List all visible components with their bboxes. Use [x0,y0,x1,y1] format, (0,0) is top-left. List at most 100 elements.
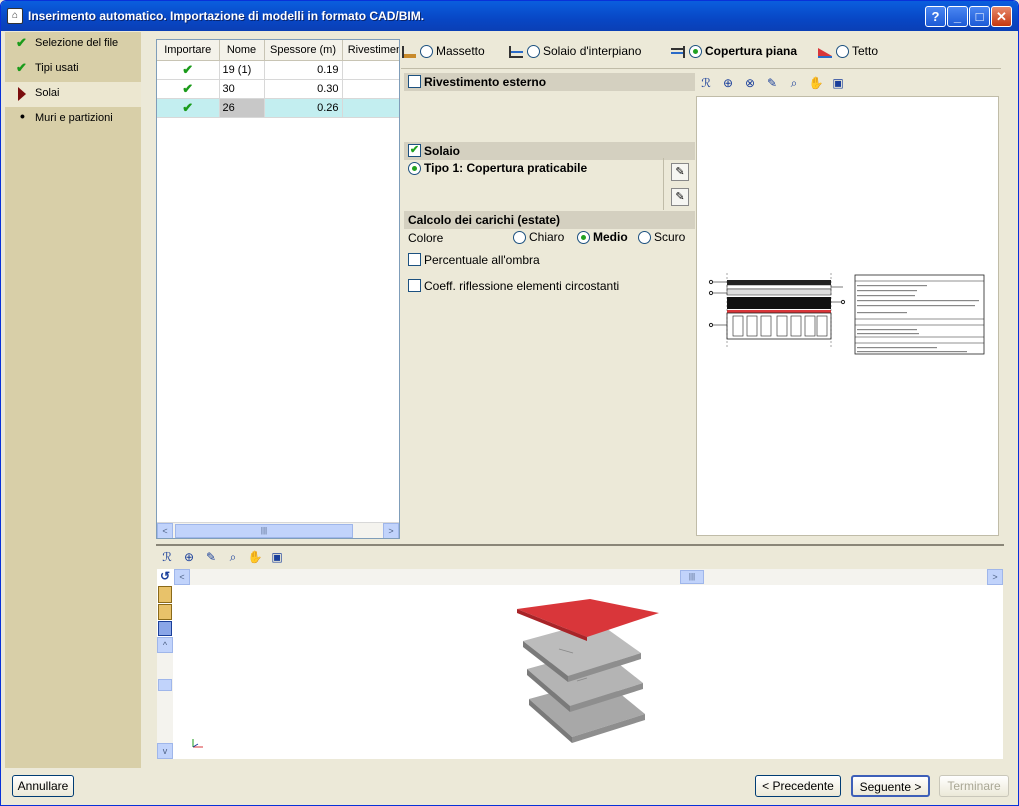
next-button[interactable]: Seguente > [851,775,930,797]
radio-label: Tetto [852,44,879,58]
view3d-side-tools: ↺ [157,569,173,637]
radio-circle[interactable] [513,231,526,245]
pan-hand-icon[interactable]: ✋ [808,75,824,91]
window-title: Inserimento automatico. Importazione di … [28,9,425,23]
step-selezione-file[interactable]: ✔ Selezione del file [5,32,141,57]
column-header-rivestimento[interactable]: Rivestimento [342,40,399,61]
coeff-checkbox[interactable] [408,279,421,292]
solaio-type-radio[interactable]: Tipo 1: Copertura praticabile [408,161,587,176]
row-cover [342,98,399,118]
section-calcolo-carichi: Calcolo dei carichi (estate) [404,211,695,229]
perspective-view-icon[interactable] [158,621,172,636]
radio-tetto[interactable]: Tetto [817,44,878,62]
scroll-down-button[interactable]: v [157,743,173,759]
maximize-button[interactable]: □ [969,6,990,27]
scroll-left-button[interactable]: < [174,569,190,585]
measure-icon[interactable]: ✎ [203,549,219,565]
row-name: 26 [219,98,265,118]
rivestimento-checkbox[interactable] [408,75,421,88]
radio-label: Massetto [436,44,485,58]
panel-splitter[interactable] [156,544,1004,546]
scroll-right-button[interactable]: > [987,569,1003,585]
preview-toolbar: ℛ ⊕ ⊗ ✎ ⌕ ✋ ▣ [698,75,852,95]
view3d-canvas[interactable] [157,569,1003,759]
row-cover [342,79,399,99]
import-check-icon[interactable]: ✔ [157,60,220,80]
wizard-steps-sidebar: ✔ Selezione del file ✔ Tipi usati Solai … [5,32,141,768]
radio-copertura-piana[interactable]: Copertura piana [670,44,797,62]
radio-medio[interactable]: Medio [577,230,628,245]
solaio-checkbox[interactable]: ✔ [408,144,421,157]
radio-circle[interactable] [420,45,433,59]
redraw-icon[interactable]: ℛ [159,549,175,565]
radio-circle[interactable] [577,231,590,245]
zoom-all-icon[interactable]: ⊕ [181,549,197,565]
ombra-label: Percentuale all'ombra [424,253,540,267]
table-row-selected[interactable]: ✔ 26 0.26 [157,98,399,118]
scroll-up-button[interactable]: ^ [157,637,173,653]
zoom-all-icon[interactable]: ⊕ [720,75,736,91]
roof-slab [517,599,659,641]
column-header-spessore[interactable]: Spessore (m) [264,40,343,61]
finish-button: Terminare [939,775,1009,797]
floor-types-table: Importare Nome Spessore (m) Rivestimento… [156,39,400,539]
side-view-icon[interactable] [158,604,172,620]
step-solai[interactable]: Solai [5,82,141,107]
rotate-icon[interactable]: ↺ [157,569,173,585]
step-label: Solai [35,87,60,99]
zoom-window-icon[interactable]: ⌕ [786,75,802,91]
zoom-factor-icon[interactable]: ⊗ [742,75,758,91]
column-header-importare[interactable]: Importare [157,40,220,61]
previous-button[interactable]: < Precedente [755,775,841,797]
import-check-icon[interactable]: ✔ [157,98,220,118]
front-view-icon[interactable] [158,586,172,603]
radio-circle[interactable] [689,45,702,59]
cancel-button[interactable]: Annullare [12,775,74,797]
section-title: Rivestimento esterno [424,75,547,89]
scroll-thumb[interactable] [158,679,172,691]
measure-icon[interactable]: ✎ [764,75,780,91]
radio-circle[interactable] [638,231,651,245]
radio-solaio-interpiano[interactable]: Solaio d'interpiano [508,44,641,62]
import-check-icon[interactable]: ✔ [157,79,220,99]
step-label: Tipi usati [35,62,79,74]
view3d-horizontal-scrollbar[interactable]: < ||| > [174,569,1003,585]
copy-view-icon[interactable]: ▣ [830,75,846,91]
step-muri-partizioni[interactable]: • Muri e partizioni [5,107,141,132]
edit-type-alt-button[interactable]: ✎ [671,188,689,206]
radio-circle[interactable] [527,45,540,59]
check-icon: ✔ [16,60,27,75]
scroll-thumb[interactable]: ||| [175,524,353,538]
table-horizontal-scrollbar[interactable]: < ||| > [157,522,399,538]
copy-view-icon[interactable]: ▣ [269,549,285,565]
check-icon: ✔ [16,35,27,50]
minimize-button[interactable]: _ [947,6,968,27]
view3d-vertical-scrollbar[interactable]: ^ v [157,637,173,759]
floor-category-radios: Massetto Solaio d'interpiano Copertura p… [401,41,1001,65]
bullet-icon: • [20,108,25,124]
row-cover [342,60,399,80]
step-label: Muri e partizioni [35,112,113,124]
close-button[interactable]: ✕ [991,6,1012,27]
radio-massetto[interactable]: Massetto [401,44,485,62]
scroll-right-button[interactable]: > [383,523,399,538]
pan-hand-icon[interactable]: ✋ [247,549,263,565]
radio-circle[interactable] [836,45,849,59]
row-thickness: 0.30 [264,79,343,99]
radio-scuro[interactable]: Scuro [638,230,685,245]
radio-circle[interactable] [408,162,421,176]
ombra-checkbox[interactable] [408,253,421,266]
table-row[interactable]: ✔ 19 (1) 0.19 [157,60,399,80]
zoom-window-icon[interactable]: ⌕ [225,549,241,565]
type-row-separator [401,68,1001,69]
table-row[interactable]: ✔ 30 0.30 [157,79,399,99]
redraw-icon[interactable]: ℛ [698,75,714,91]
column-header-nome[interactable]: Nome [219,40,265,61]
edit-type-button[interactable]: ✎ [671,163,689,181]
step-tipi-usati[interactable]: ✔ Tipi usati [5,57,141,82]
help-button[interactable]: ? [925,6,946,27]
scroll-left-button[interactable]: < [157,523,173,538]
flat-roof-icon [671,45,685,58]
scroll-thumb[interactable]: ||| [680,570,704,584]
radio-chiaro[interactable]: Chiaro [513,230,564,245]
